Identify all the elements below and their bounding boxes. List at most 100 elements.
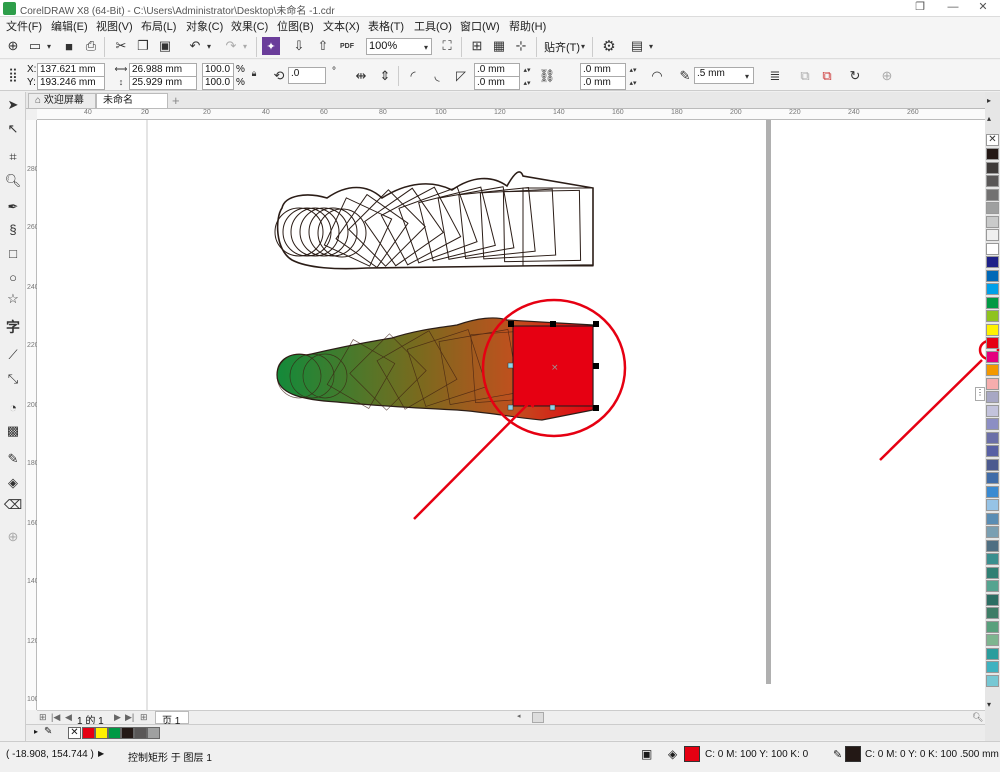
rotation-angle-field[interactable]: .0 <box>288 67 326 84</box>
palette-swatch[interactable] <box>986 418 999 430</box>
tab-welcome[interactable]: ⌂ 欢迎屏幕 <box>28 93 96 108</box>
undo-icon[interactable]: ↶ <box>186 37 204 55</box>
add-page-after-icon[interactable]: ⊞ <box>140 712 148 723</box>
options-gear-icon[interactable]: ⚙ <box>600 37 618 55</box>
scale-y-field[interactable]: 100.0 <box>202 76 234 90</box>
width-field[interactable]: 26.988 mm <box>129 63 197 77</box>
spin-icon[interactable]: ▴▾ <box>625 76 641 90</box>
menu-bitmap[interactable]: 位图(B) <box>277 18 314 34</box>
document-palette-swatch[interactable] <box>121 727 134 739</box>
rectangle-tool-icon[interactable]: □ <box>4 244 22 262</box>
spin-icon[interactable]: ▴▾ <box>519 76 535 90</box>
corner-radius-top-right-field[interactable]: .0 mm <box>580 63 626 77</box>
text-tool-icon[interactable]: 字 <box>4 318 22 336</box>
blend-outline-group[interactable] <box>274 171 594 270</box>
no-color-swatch[interactable]: ✕ <box>986 134 999 146</box>
palette-swatch[interactable] <box>986 647 999 660</box>
palette-swatch[interactable] <box>986 404 999 417</box>
next-page-icon[interactable]: ▶ <box>114 712 121 723</box>
round-corner-icon[interactable]: ◜ <box>404 67 422 85</box>
palette-swatch[interactable] <box>986 161 999 174</box>
save-icon[interactable]: ■ <box>60 37 78 55</box>
mirror-vertical-icon[interactable]: ⇕ <box>376 67 394 85</box>
freehand-tool-icon[interactable]: ✒ <box>4 198 22 216</box>
palette-swatch[interactable] <box>986 283 999 295</box>
chamfered-corner-icon[interactable]: ◸ <box>452 67 470 85</box>
palette-swatch[interactable] <box>986 391 999 403</box>
palette-swatch[interactable] <box>986 661 999 673</box>
status-expand-icon[interactable]: ▶ <box>98 749 104 758</box>
export-icon[interactable]: ⇧ <box>314 37 332 55</box>
outline-dropdown-icon[interactable]: ▾ <box>741 67 753 85</box>
document-palette-swatch[interactable] <box>95 727 108 739</box>
palette-swatch[interactable] <box>986 674 999 687</box>
hscroll-left-icon[interactable]: ◂ <box>517 712 525 722</box>
palette-swatch[interactable] <box>986 431 999 444</box>
corner-radius-bottom-left-field[interactable]: .0 mm <box>474 76 520 90</box>
color-eyedropper-tool-icon[interactable]: ✎ <box>4 450 22 468</box>
palette-swatch[interactable] <box>986 634 999 646</box>
palette-swatch[interactable] <box>986 512 999 525</box>
palette-swatch[interactable] <box>986 620 999 633</box>
palette-swatch[interactable] <box>986 215 999 228</box>
print-icon[interactable]: ⎙ <box>82 37 100 55</box>
palette-swatch[interactable] <box>986 593 999 606</box>
zoom-navigator-icon[interactable]: 🔍︎ <box>972 712 983 723</box>
palette-swatch[interactable] <box>986 526 999 538</box>
customize-toolbox-icon[interactable]: ⊕ <box>4 528 22 546</box>
palette-scroll-up-icon[interactable]: ▴ <box>987 114 991 123</box>
snap-to-menu[interactable]: 贴齐(T) <box>544 39 580 55</box>
zoom-tool-icon[interactable]: 🔍︎ <box>4 172 22 190</box>
first-page-icon[interactable]: |◀ <box>51 712 60 723</box>
document-palette-swatch[interactable] <box>147 727 160 739</box>
menu-effects[interactable]: 效果(C) <box>231 18 268 34</box>
palette-swatch[interactable] <box>986 175 999 187</box>
ellipse-tool-icon[interactable]: ○ <box>4 268 22 286</box>
palette-swatch[interactable] <box>986 269 999 282</box>
add-tab-icon[interactable]: + <box>172 93 180 108</box>
palette-swatch[interactable] <box>986 472 999 484</box>
text-wrap-icon[interactable]: ≣ <box>766 67 784 85</box>
restore-down-icon[interactable]: ❐ <box>905 0 935 16</box>
palette-swatch[interactable] <box>986 350 999 363</box>
spin-icon[interactable]: ▴▾ <box>625 63 641 77</box>
height-field[interactable]: 25.929 mm <box>129 76 197 90</box>
paste-icon[interactable]: ▣ <box>156 37 174 55</box>
new-document-icon[interactable]: ⊕ <box>4 37 22 55</box>
palette-swatch[interactable] <box>986 580 999 592</box>
menu-window[interactable]: 窗口(W) <box>460 18 500 34</box>
connector-tool-icon[interactable]: ⤡ <box>4 370 22 388</box>
copy-icon[interactable]: ❐ <box>134 37 152 55</box>
document-palette-swatch[interactable] <box>108 727 121 739</box>
palette-swatch[interactable] <box>986 364 999 376</box>
mirror-horizontal-icon[interactable]: ⇹ <box>352 67 370 85</box>
y-position-field[interactable]: 193.246 mm <box>37 76 105 90</box>
show-guidelines-icon[interactable]: ⊹ <box>512 37 530 55</box>
transparency-tool-icon[interactable]: ▩ <box>4 422 22 440</box>
import-icon[interactable]: ⇩ <box>290 37 308 55</box>
interactive-fill-tool-icon[interactable]: ◈ <box>4 474 22 492</box>
parallel-dimension-tool-icon[interactable]: ⟋ <box>4 346 22 364</box>
polygon-tool-icon[interactable]: ☆ <box>4 290 22 308</box>
palette-swatch[interactable] <box>986 499 999 511</box>
palette-swatch[interactable] <box>986 229 999 241</box>
palette-swatch[interactable] <box>986 553 999 565</box>
publish-pdf-icon[interactable]: PDF <box>338 37 356 55</box>
palette-swatch[interactable] <box>986 202 999 214</box>
palette-swatch[interactable] <box>986 566 999 579</box>
to-back-icon[interactable]: ⧉ <box>818 67 836 85</box>
object-origin-icon[interactable]: ⣿ <box>4 66 22 84</box>
lock-ratio-icon[interactable]: 🔒︎ <box>248 67 260 79</box>
eyedropper-icon[interactable]: ✎ <box>44 726 52 737</box>
smart-fill-tool-icon[interactable]: ⌫ <box>4 496 22 514</box>
redo-dropdown-icon[interactable]: ▾ <box>240 37 250 55</box>
palette-swatch[interactable] <box>986 377 999 390</box>
convert-to-curves-icon[interactable]: ↻ <box>846 67 864 85</box>
menu-edit[interactable]: 编辑(E) <box>51 18 88 34</box>
document-palette-swatch[interactable] <box>134 727 147 739</box>
artistic-media-tool-icon[interactable]: § <box>4 220 22 238</box>
drawing-canvas[interactable]: × <box>37 120 985 710</box>
palette-swatch[interactable] <box>986 539 999 552</box>
palette-swatch[interactable] <box>986 256 999 268</box>
scale-x-field[interactable]: 100.0 <box>202 63 234 77</box>
